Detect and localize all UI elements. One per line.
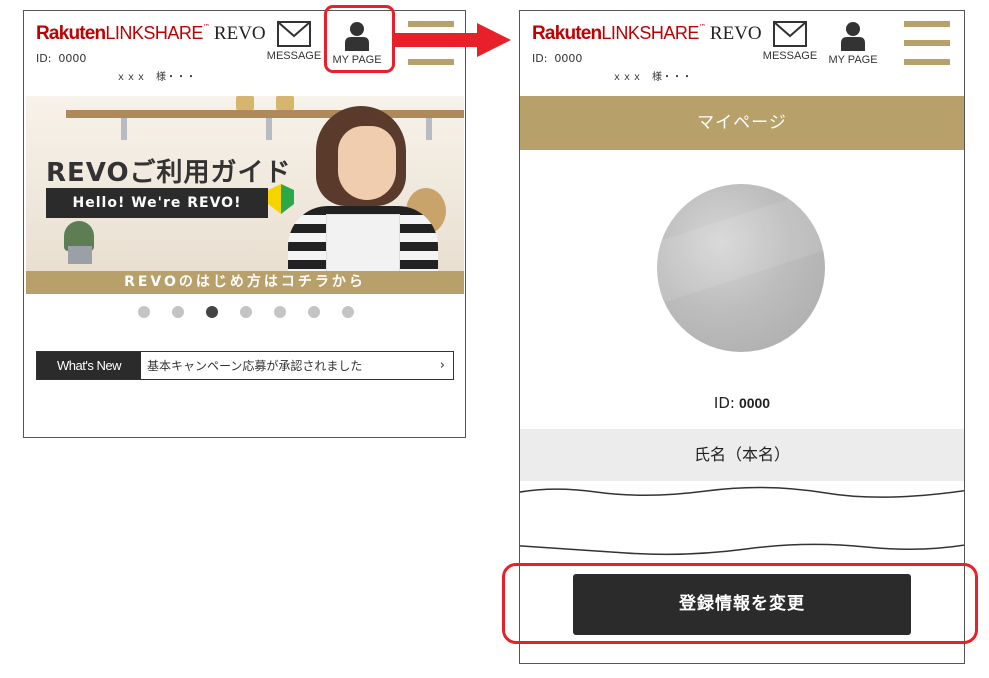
my-page-label: MY PAGE: [332, 54, 382, 66]
logo-tm: ™: [698, 23, 706, 31]
message-button[interactable]: MESSAGE: [264, 21, 324, 62]
logo-linkshare: LINKSHARE: [601, 23, 699, 43]
carousel-dot[interactable]: [171, 306, 184, 318]
carousel-dot[interactable]: [273, 306, 286, 318]
user-id-label: ID:: [532, 52, 548, 65]
arrow-right-icon: [393, 23, 511, 57]
message-label: MESSAGE: [762, 50, 818, 62]
guide-banner[interactable]: REVOご利用ガイド Hello! We're REVO! REVOのはじめ方は…: [26, 96, 464, 294]
carousel-dot-active[interactable]: [205, 306, 218, 318]
page-title: マイページ: [520, 96, 964, 150]
page-break-divider: [520, 486, 964, 556]
user-name: ｘｘｘ 様・・・: [612, 72, 692, 83]
logo-tm: ™: [202, 23, 210, 31]
envelope-icon: [773, 21, 807, 47]
carousel-dot[interactable]: [239, 306, 252, 318]
message-label: MESSAGE: [266, 50, 322, 62]
profile-id-value: 0000: [738, 395, 771, 411]
user-name: ｘｘｘ 様・・・: [116, 72, 196, 83]
my-page-button[interactable]: MY PAGE: [327, 21, 387, 66]
banner-shelf: [66, 110, 464, 118]
carousel-dot[interactable]: [137, 306, 150, 318]
logo-revo: REVO: [709, 23, 762, 44]
hamburger-icon: [904, 21, 950, 27]
my-page-button[interactable]: MY PAGE: [823, 21, 883, 66]
avatar[interactable]: [657, 184, 825, 352]
logo-linkshare: LINKSHARE: [105, 23, 203, 43]
user-icon: [841, 22, 865, 51]
whats-new-item[interactable]: What's New 基本キャンペーン応募が承認されました ›: [36, 351, 454, 380]
rakuten-linkshare-revo-logo[interactable]: RakutenLINKSHARE™ REVO: [36, 23, 266, 45]
my-page-screen: RakutenLINKSHARE™ REVO ID: 0000 ｘｘｘ 様・・・ …: [519, 10, 965, 664]
home-screen: RakutenLINKSHARE™ REVO ID: 0000 ｘｘｘ 様・・・ …: [23, 10, 466, 438]
carousel-dot[interactable]: [341, 306, 354, 318]
whats-new-text: 基本キャンペーン応募が承認されました: [147, 359, 363, 373]
banner-tagline: Hello! We're REVO!: [46, 188, 268, 218]
edit-registration-button[interactable]: 登録情報を変更: [573, 574, 911, 635]
profile-id: ID: 0000: [520, 393, 964, 412]
my-page-label: MY PAGE: [828, 54, 878, 66]
profile-id-label: ID:: [713, 394, 735, 412]
user-id-label: ID:: [36, 52, 52, 65]
name-field-label: 氏名（本名）: [520, 429, 964, 481]
logo-rakuten: Rakuten: [36, 23, 106, 44]
banner-title: REVOご利用ガイド: [46, 158, 292, 188]
rakuten-linkshare-revo-logo[interactable]: RakutenLINKSHARE™ REVO: [532, 23, 762, 45]
envelope-icon: [277, 21, 311, 47]
user-id: ID: 0000: [36, 52, 86, 65]
carousel-dot[interactable]: [307, 306, 320, 318]
user-id-value: 0000: [58, 52, 87, 65]
hamburger-menu-button[interactable]: [904, 21, 950, 65]
user-id: ID: 0000: [532, 52, 582, 65]
chevron-right-icon: ›: [439, 358, 445, 373]
whats-new-label: What's New: [37, 352, 141, 379]
logo-revo: REVO: [213, 23, 266, 44]
message-button[interactable]: MESSAGE: [760, 21, 820, 62]
logo-rakuten: Rakuten: [532, 23, 602, 44]
user-icon: [345, 22, 369, 51]
user-id-value: 0000: [554, 52, 583, 65]
banner-strip: REVOのはじめ方はコチラから: [26, 271, 464, 294]
carousel-dots: [24, 306, 465, 318]
